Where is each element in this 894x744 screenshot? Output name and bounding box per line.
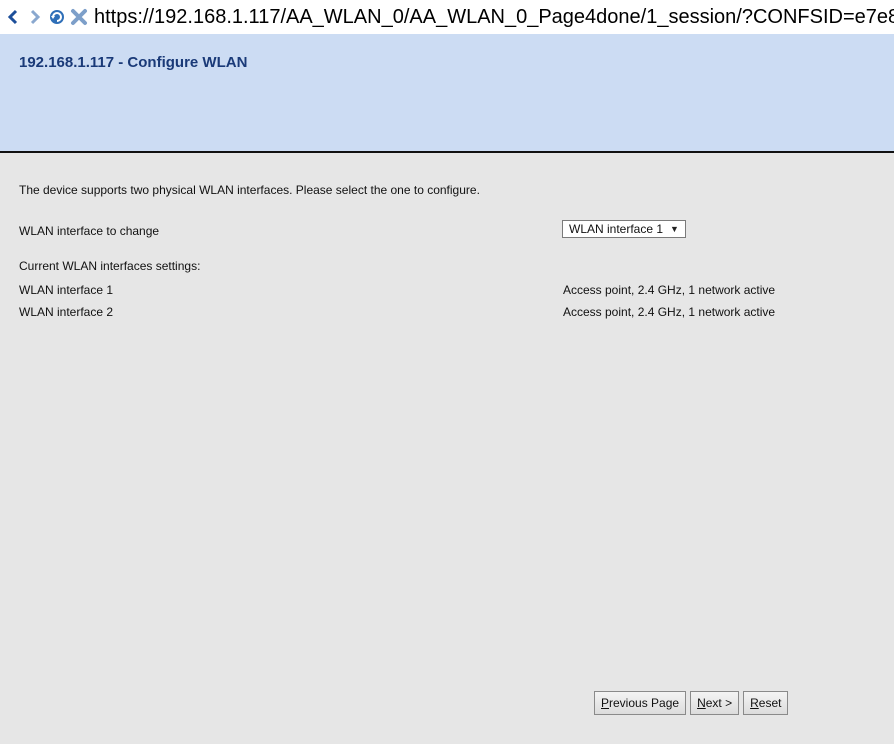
footer-buttons: Previous Page Next > Reset [594, 691, 789, 715]
interface-select-label: WLAN interface to change [19, 224, 160, 238]
next-label: ext > [705, 696, 733, 710]
current-settings-label: Current WLAN interfaces settings: [19, 259, 201, 273]
forward-icon[interactable] [26, 8, 44, 26]
interface-1-status: Access point, 2.4 GHz, 1 network active [563, 283, 776, 297]
intro-text: The device supports two physical WLAN in… [19, 183, 480, 197]
back-icon[interactable] [4, 8, 22, 26]
next-accel: N [697, 696, 706, 710]
previous-page-button[interactable]: Previous Page [594, 691, 687, 715]
page: https://192.168.1.117/AA_WLAN_0/AA_WLAN_… [0, 0, 894, 744]
main-content: The device supports two physical WLAN in… [0, 153, 894, 744]
interface-2-name: WLAN interface 2 [19, 305, 114, 319]
interface-select[interactable]: WLAN interface 1 ▼ [562, 220, 686, 238]
chevron-down-icon: ▼ [670, 224, 679, 234]
browser-address-bar: https://192.168.1.117/AA_WLAN_0/AA_WLAN_… [0, 0, 894, 34]
reset-accel: R [750, 696, 759, 710]
previous-accel: P [601, 696, 610, 710]
interface-select-value: WLAN interface 1 [569, 222, 664, 236]
stop-icon[interactable] [70, 8, 88, 26]
reset-button[interactable]: Reset [743, 691, 789, 715]
next-button[interactable]: Next > [690, 691, 740, 715]
page-header: 192.168.1.117 - Configure WLAN [0, 34, 894, 153]
interface-2-status: Access point, 2.4 GHz, 1 network active [563, 305, 776, 319]
interface-1-name: WLAN interface 1 [19, 283, 114, 297]
previous-label: revious Page [609, 696, 680, 710]
reset-label: eset [758, 696, 782, 710]
page-title: 192.168.1.117 - Configure WLAN [19, 54, 248, 71]
url-text[interactable]: https://192.168.1.117/AA_WLAN_0/AA_WLAN_… [94, 6, 894, 29]
reload-icon[interactable] [48, 8, 66, 26]
